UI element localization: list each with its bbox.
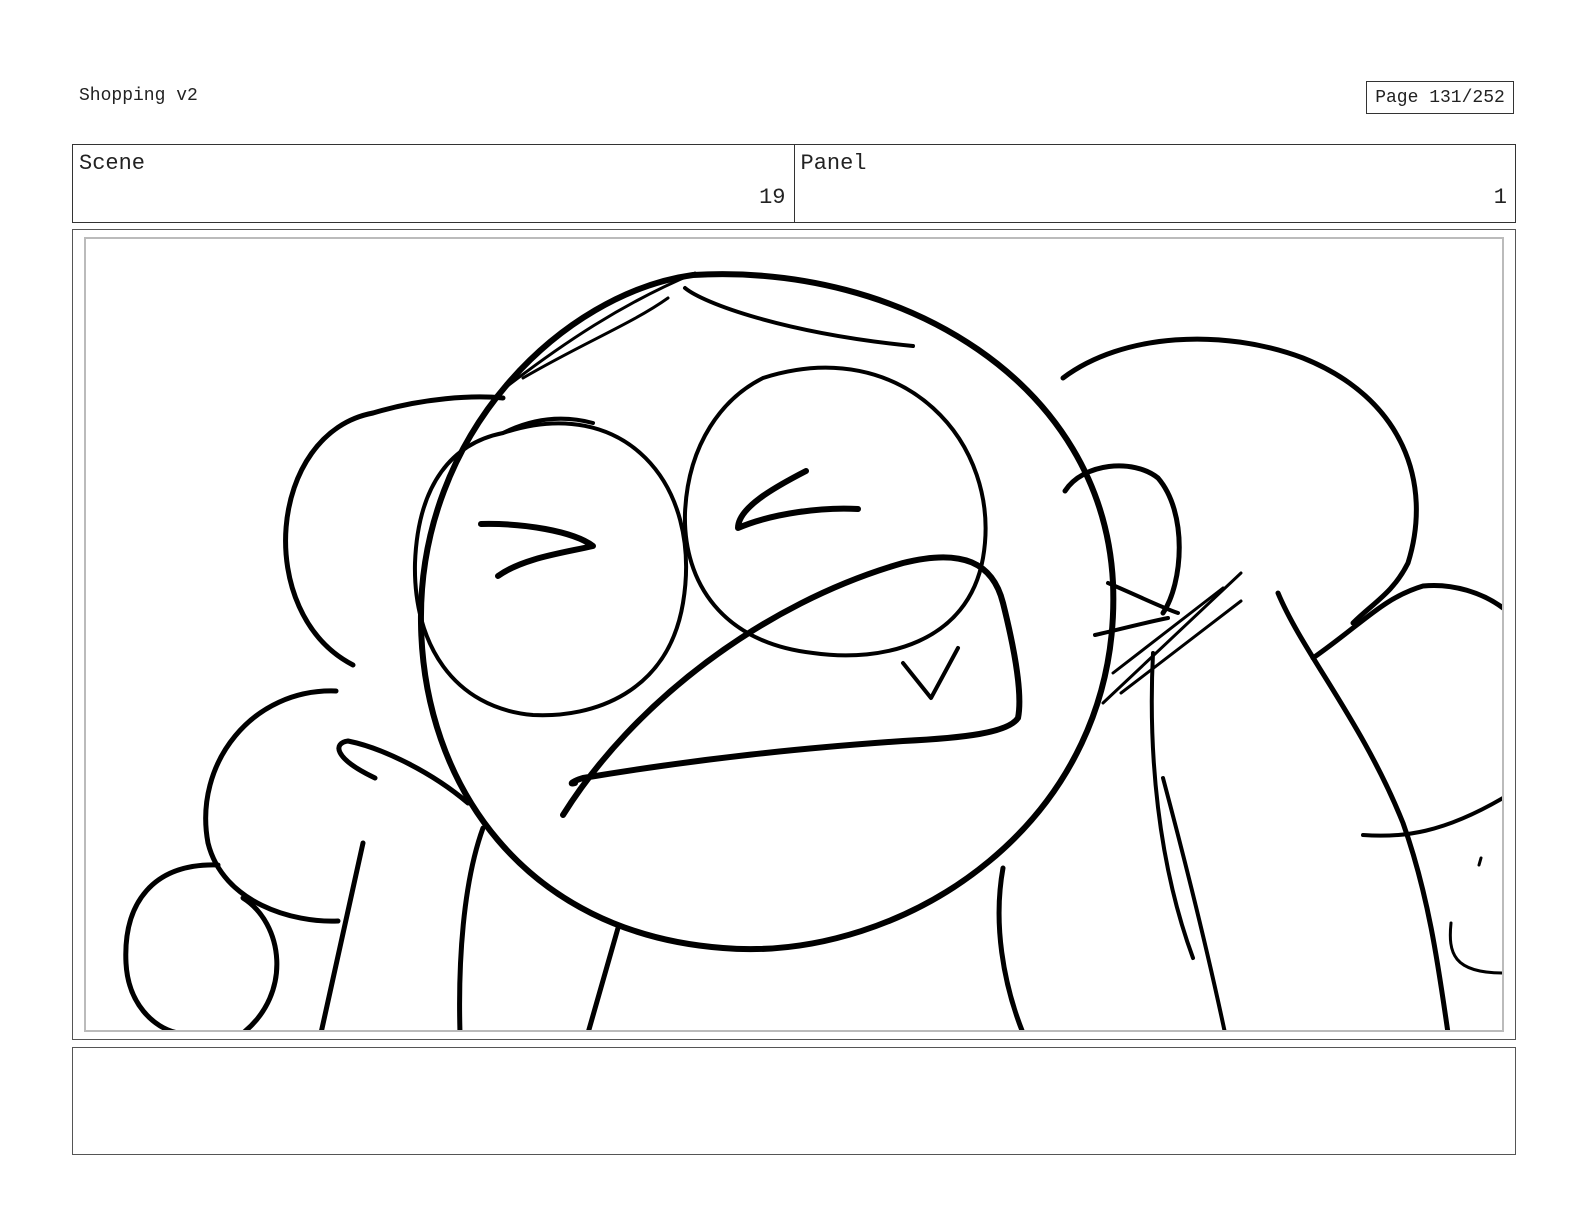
panel-number: 1 [1493,185,1507,210]
storyboard-drawing-area [84,237,1504,1032]
scene-panel-info: Scene 19 Panel 1 [72,144,1516,223]
scene-cell: Scene 19 [73,145,794,222]
scene-number: 19 [759,185,786,210]
scene-label: Scene [79,151,146,176]
page-indicator: Page 131/252 [1366,81,1514,114]
panel-label: Panel [800,151,867,176]
project-title: Shopping v2 [79,86,198,106]
storyboard-panel-frame [72,229,1516,1040]
panel-cell: Panel 1 [793,145,1516,222]
page-label: Page 131/252 [1375,87,1505,108]
storyboard-sketch [123,271,1502,1030]
panel-notes[interactable] [72,1047,1516,1155]
